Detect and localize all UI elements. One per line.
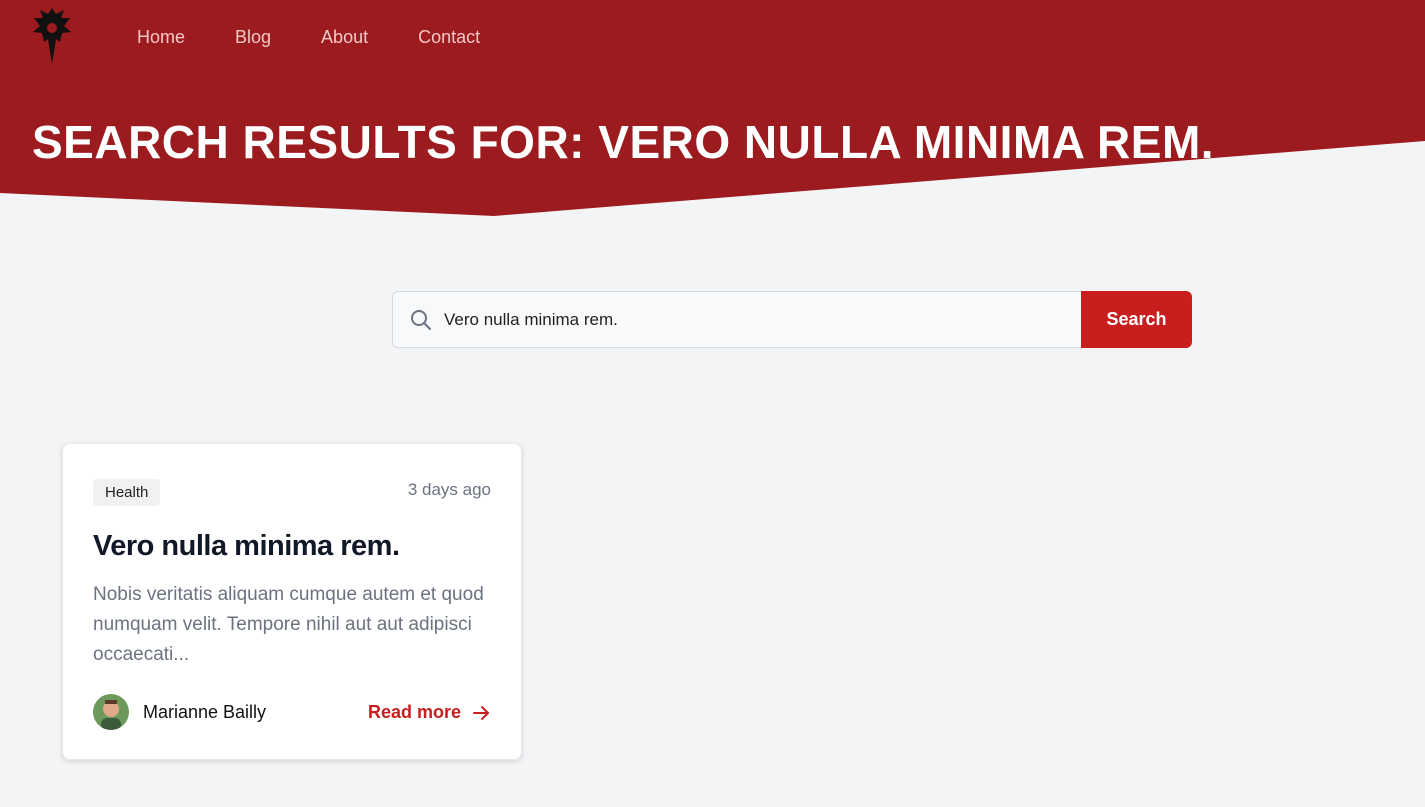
nav-blog[interactable]: Blog <box>235 26 271 48</box>
author-name: Marianne Bailly <box>143 701 267 722</box>
search-icon <box>411 309 431 330</box>
search-input[interactable] <box>444 309 1044 330</box>
read-more-label: Read more <box>367 702 461 722</box>
author-info: Marianne Bailly <box>93 694 266 730</box>
result-card: Health 3 days ago Vero nulla minima rem.… <box>62 443 522 760</box>
post-title[interactable]: Vero nulla minima rem. <box>93 530 400 563</box>
search-button[interactable]: Search <box>1081 291 1192 348</box>
arrow-right-icon <box>473 705 489 720</box>
nav-contact[interactable]: Contact <box>418 26 480 48</box>
avatar <box>93 694 129 730</box>
read-more-link[interactable]: Read more <box>368 702 491 723</box>
search-bar: Search <box>392 291 1192 348</box>
horde-emblem-icon[interactable] <box>30 6 74 66</box>
nav-about[interactable]: About <box>321 26 368 48</box>
search-field[interactable] <box>392 291 1081 348</box>
nav-home[interactable]: Home <box>137 26 185 48</box>
main-nav: Home Blog About Contact <box>137 26 530 48</box>
category-badge[interactable]: Health <box>93 479 161 506</box>
post-excerpt: Nobis veritatis aliquam cumque autem et … <box>93 584 484 665</box>
page-title: SEARCH RESULTS FOR: VERO NULLA MINIMA RE… <box>32 116 1215 168</box>
hero-header: Home Blog About Contact SEARCH RESULTS F… <box>0 0 1425 220</box>
post-date: 3 days ago <box>407 480 491 499</box>
